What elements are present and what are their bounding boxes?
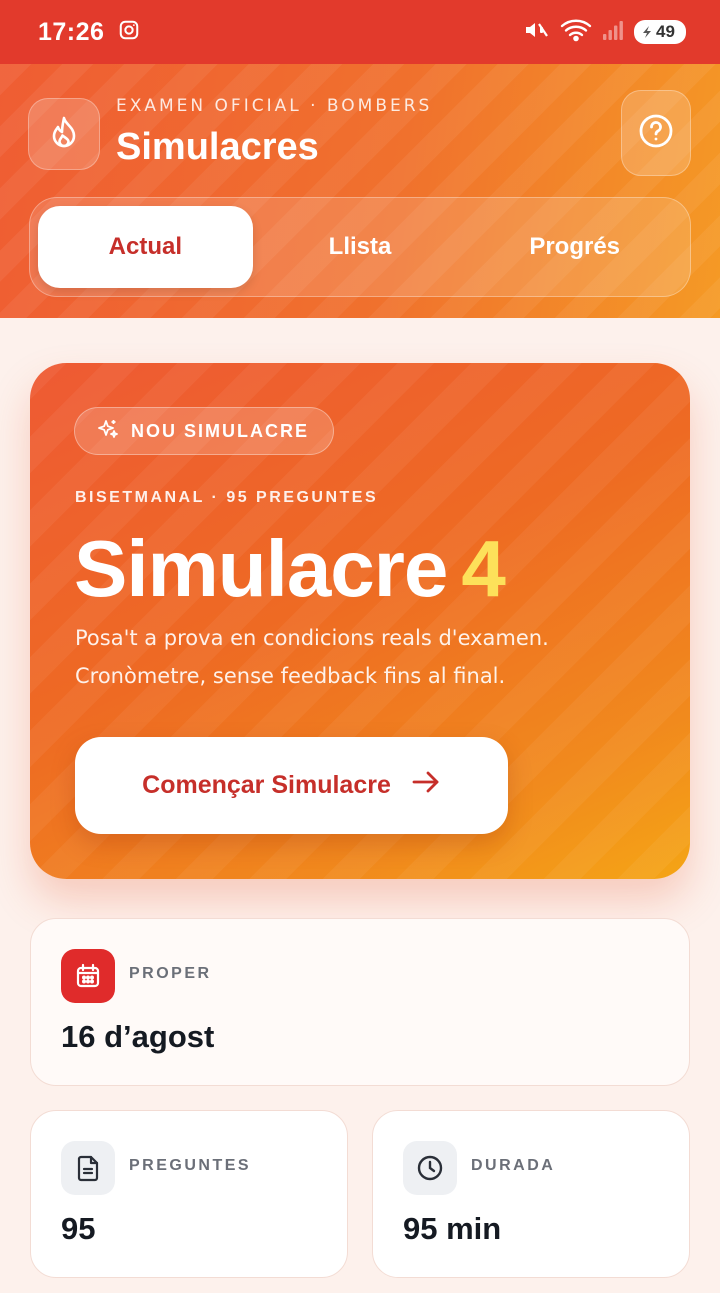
duration-value: 95 min [403, 1211, 502, 1246]
current-simulation-card: NOU SIMULACRE BISETMANAL · 95 PREGUNTES … [30, 363, 690, 879]
tab-progres[interactable]: Progrés [467, 206, 682, 288]
status-time: 17:26 [38, 17, 105, 46]
signal-icon [602, 19, 624, 45]
simulation-meta: BISETMANAL · 95 PREGUNTES [75, 489, 379, 506]
flame-icon [49, 115, 79, 153]
wifi-icon [560, 18, 592, 46]
tab-actual[interactable]: Actual [38, 206, 253, 288]
app-header: EXAMEN OFICIAL · BOMBERS Simulacres Actu… [0, 64, 720, 318]
simulation-number: 4 [461, 524, 505, 613]
badge-label: NOU SIMULACRE [131, 420, 309, 441]
page-title: Simulacres [116, 126, 319, 168]
calendar-icon [61, 949, 115, 1003]
document-icon [61, 1141, 115, 1195]
tab-bar: Actual Llista Progrés [29, 197, 691, 297]
next-date-label: PROPER [129, 965, 212, 982]
duration-label: DURADA [471, 1157, 556, 1174]
simulation-description: Posa't a prova en condicions reals d'exa… [75, 626, 549, 688]
help-icon [638, 113, 674, 153]
questions-label: PREGUNTES [129, 1157, 252, 1174]
next-date-value: 16 d’agost [61, 1019, 215, 1054]
clock-icon [403, 1141, 457, 1195]
new-simulation-badge: NOU SIMULACRE [74, 407, 334, 455]
start-button-label: Començar Simulacre [142, 771, 391, 799]
arrow-right-icon [411, 770, 441, 801]
sparkles-icon [97, 418, 119, 445]
tab-llista[interactable]: Llista [253, 206, 468, 288]
status-bar: 17:26 49 [0, 0, 720, 64]
simulation-title: Simulacre 4 [74, 521, 506, 617]
start-simulation-button[interactable]: Començar Simulacre [75, 737, 508, 834]
battery-level: 49 [656, 22, 675, 41]
help-button[interactable] [621, 90, 691, 176]
battery-icon: 49 [634, 20, 686, 44]
next-date-card: PROPER 16 d’agost [30, 918, 690, 1086]
mute-vibrate-icon [524, 18, 550, 46]
header-eyebrow: EXAMEN OFICIAL · BOMBERS [116, 96, 433, 116]
questions-value: 95 [61, 1211, 96, 1246]
instagram-icon [118, 19, 140, 45]
simulation-title-word: Simulacre [74, 524, 448, 613]
duration-card: DURADA 95 min [372, 1110, 690, 1278]
app-logo [28, 98, 100, 170]
questions-card: PREGUNTES 95 [30, 1110, 348, 1278]
